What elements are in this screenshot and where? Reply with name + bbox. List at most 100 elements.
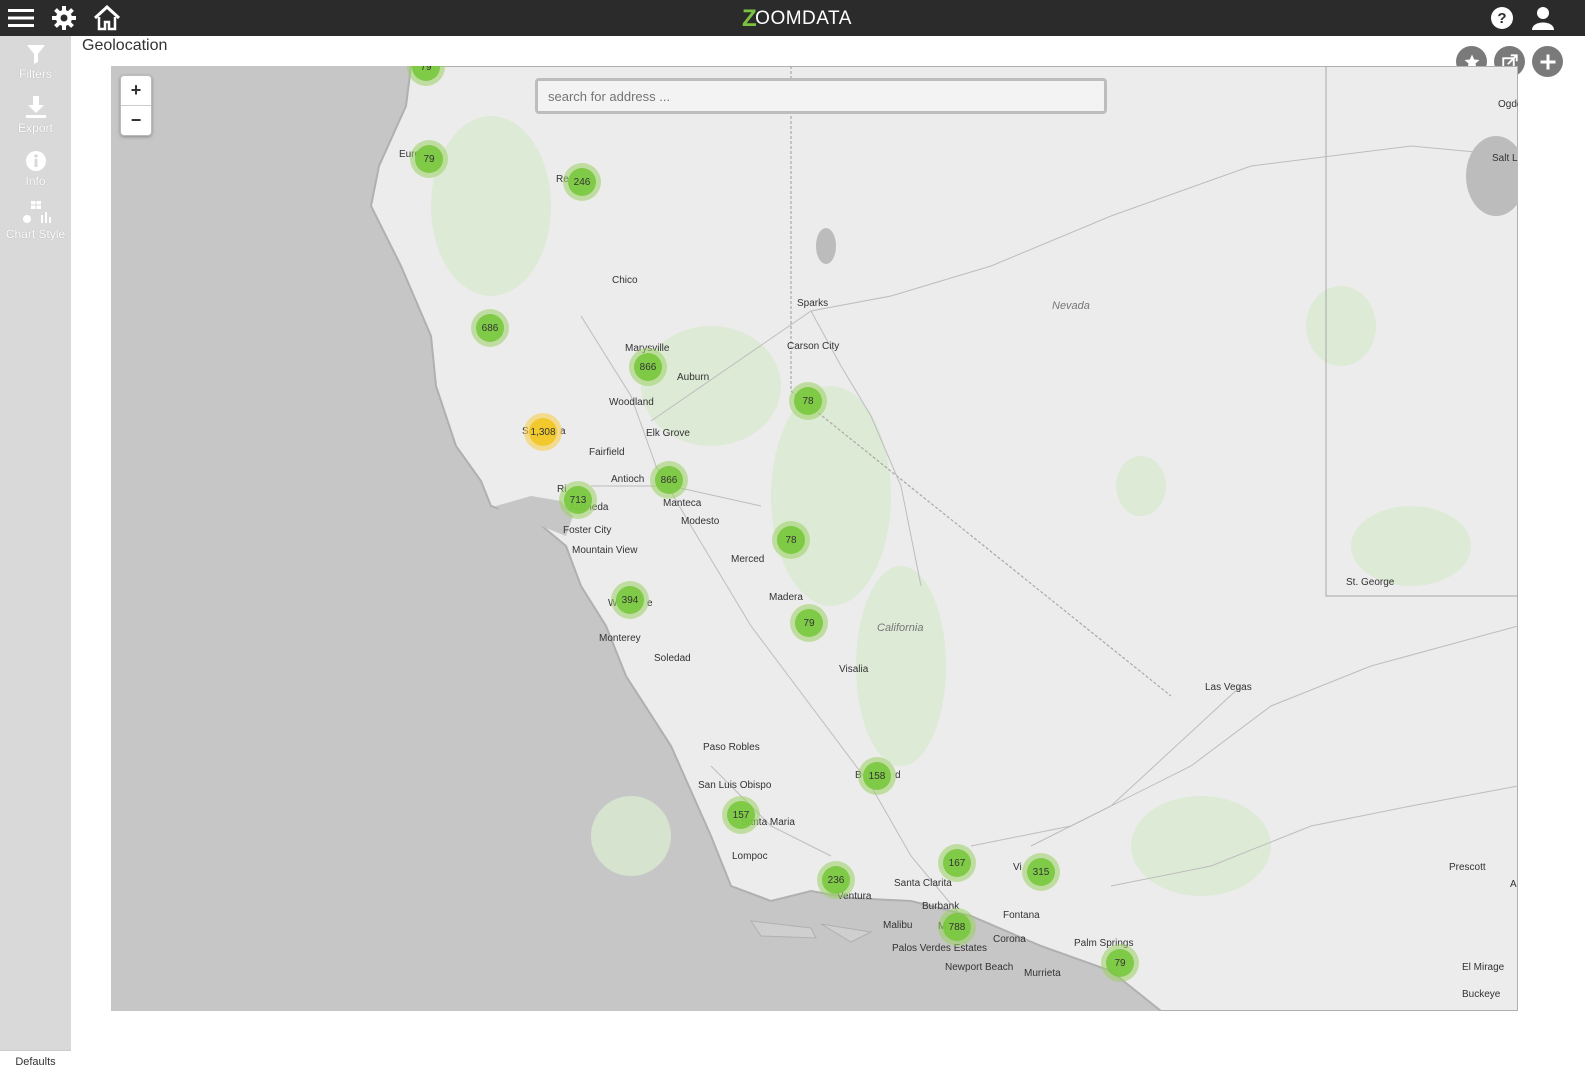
- city-label: Antioch: [611, 474, 645, 485]
- cluster-count: 713: [564, 486, 592, 514]
- app-logo: Z OOMDATA: [742, 4, 852, 34]
- map-canvas[interactable]: Nevada California Eure Re Chico Sparks C…: [111, 66, 1518, 1011]
- cluster-marker[interactable]: 866: [650, 461, 688, 499]
- city-label: Newport Beach: [945, 962, 1014, 973]
- cluster-marker[interactable]: 78: [789, 382, 827, 420]
- defaults-button[interactable]: Defaults: [0, 1050, 71, 1073]
- city-label: Foster City: [563, 525, 612, 536]
- cluster-count: 79: [415, 145, 443, 173]
- zoom-in-button[interactable]: +: [121, 76, 151, 106]
- chart-style-icon: [22, 201, 51, 223]
- user-icon[interactable]: [1528, 3, 1558, 33]
- cluster-count: 788: [943, 913, 971, 941]
- city-label: Elk Grove: [646, 428, 690, 439]
- info-icon: [25, 151, 46, 171]
- city-label: Prescott: [1449, 862, 1486, 873]
- cluster-count: 78: [794, 387, 822, 415]
- sidebar-item-export[interactable]: Export: [0, 95, 71, 135]
- cluster-marker[interactable]: 158: [858, 757, 896, 795]
- city-label: Fontana: [1003, 910, 1040, 921]
- cluster-marker[interactable]: 79: [1101, 944, 1139, 982]
- sidebar-item-label: Chart Style: [5, 227, 66, 241]
- cluster-marker[interactable]: 78: [772, 521, 810, 559]
- city-label: Madera: [769, 592, 803, 603]
- city-label: Mountain View: [572, 545, 638, 556]
- logo-text: OOMDATA: [755, 8, 852, 29]
- cluster-marker[interactable]: 866: [629, 348, 667, 386]
- city-label: Soledad: [654, 653, 691, 664]
- cluster-marker[interactable]: 157: [722, 796, 760, 834]
- cluster-count: 236: [822, 866, 850, 894]
- city-label: Chico: [612, 275, 638, 286]
- city-label: Vi: [1013, 862, 1022, 873]
- region-label: California: [877, 622, 924, 634]
- cluster-marker[interactable]: 713: [559, 481, 597, 519]
- city-label: Salt La: [1492, 153, 1518, 164]
- cluster-count: 1,308: [529, 418, 557, 446]
- cluster-marker[interactable]: 167: [938, 844, 976, 882]
- city-label: Palos Verdes Estates: [892, 943, 988, 954]
- city-label: Fairfield: [589, 447, 625, 458]
- cluster-count: 79: [412, 66, 440, 81]
- filter-icon: [26, 45, 45, 64]
- city-label: Auburn: [677, 372, 710, 383]
- top-bar: Z OOMDATA ?: [0, 0, 1585, 36]
- city-label: Malibu: [883, 920, 913, 931]
- svg-text:?: ?: [1497, 10, 1506, 27]
- menu-icon[interactable]: [6, 3, 36, 33]
- city-label: Buckeye: [1462, 989, 1501, 1000]
- sidebar-item-filters[interactable]: Filters: [0, 43, 71, 81]
- help-icon[interactable]: ?: [1487, 3, 1517, 33]
- page-title: Geolocation: [82, 37, 168, 54]
- sidebar-item-chart-style[interactable]: Chart Style: [0, 201, 71, 241]
- cluster-marker[interactable]: 79: [790, 604, 828, 642]
- cluster-count: 78: [777, 526, 805, 554]
- download-icon: [25, 96, 46, 118]
- city-label: St. George: [1346, 577, 1395, 588]
- region-label: Nevada: [1052, 300, 1090, 312]
- city-label: Visalia: [839, 664, 869, 675]
- cluster-marker[interactable]: 236: [817, 861, 855, 899]
- cluster-count: 246: [568, 168, 596, 196]
- address-search-box: [535, 78, 1107, 114]
- gear-icon[interactable]: [49, 3, 79, 33]
- cluster-marker[interactable]: 394: [611, 581, 649, 619]
- city-label: Ogde: [1498, 99, 1518, 110]
- city-label: A: [1510, 879, 1517, 890]
- city-label: Carson City: [787, 341, 840, 352]
- cluster-count: 79: [795, 609, 823, 637]
- cluster-count: 158: [863, 762, 891, 790]
- sidebar-item-info[interactable]: Info: [0, 150, 71, 188]
- city-label: Sparks: [797, 298, 829, 309]
- city-label: Paso Robles: [703, 742, 760, 753]
- city-label: Lompoc: [732, 851, 768, 862]
- zoom-control: + −: [120, 75, 152, 136]
- cluster-marker[interactable]: 686: [471, 309, 509, 347]
- zoom-out-button[interactable]: −: [121, 106, 151, 135]
- sidebar-item-label: Filters: [19, 67, 52, 81]
- plus-icon[interactable]: [1532, 46, 1563, 77]
- cluster-count: 157: [727, 801, 755, 829]
- cluster-count: 79: [1106, 949, 1134, 977]
- cluster-marker[interactable]: 1,308: [524, 413, 562, 451]
- cluster-count: 167: [943, 849, 971, 877]
- map-basemap: [111, 66, 1518, 1011]
- cluster-count: 315: [1027, 858, 1055, 886]
- city-label: Santa Clarita: [894, 878, 952, 889]
- cluster-marker[interactable]: 315: [1022, 853, 1060, 891]
- city-label: Las Vegas: [1205, 682, 1252, 693]
- sidebar: Filters Export Info Chart Style Defaults: [0, 36, 71, 1073]
- city-label: Woodland: [609, 397, 654, 408]
- city-label: Corona: [993, 934, 1026, 945]
- home-icon[interactable]: [92, 3, 122, 33]
- city-label: El Mirage: [1462, 962, 1505, 973]
- cluster-count: 686: [476, 314, 504, 342]
- cluster-count: 866: [655, 466, 683, 494]
- cluster-marker[interactable]: 788: [938, 908, 976, 946]
- cluster-marker[interactable]: 246: [563, 163, 601, 201]
- cluster-marker[interactable]: 79: [410, 140, 448, 178]
- city-label: Modesto: [681, 516, 720, 527]
- city-label: Murrieta: [1024, 968, 1061, 979]
- sidebar-item-label: Info: [25, 174, 46, 188]
- address-search-input[interactable]: [538, 81, 1104, 111]
